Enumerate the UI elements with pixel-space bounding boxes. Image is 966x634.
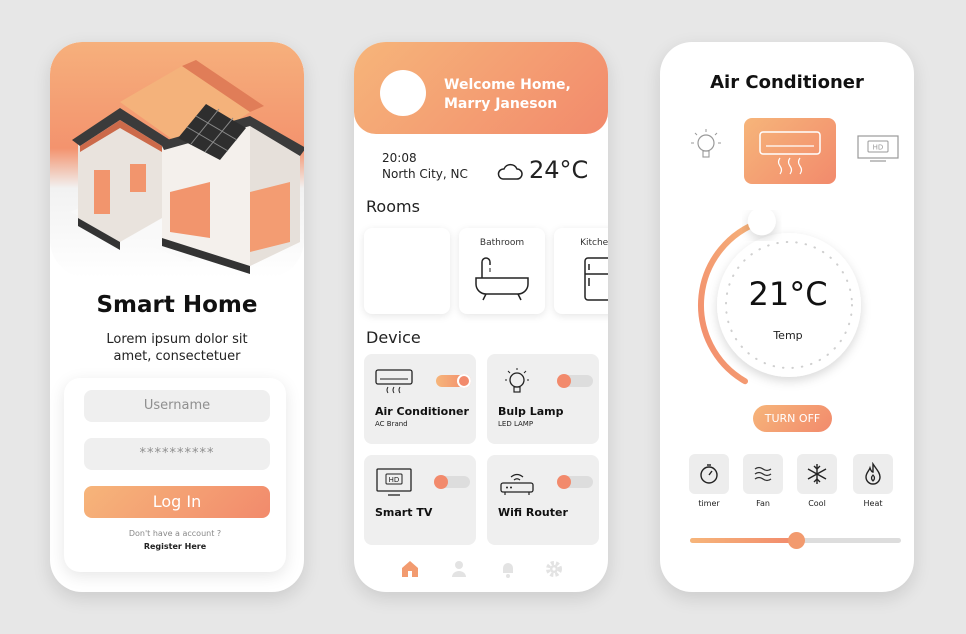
room-label: Bathroom	[479, 238, 525, 248]
device-toggle[interactable]	[557, 475, 593, 489]
home-icon[interactable]	[400, 559, 420, 579]
room-card-living-room[interactable]: Living Room	[364, 228, 450, 314]
device-card-smart-tv[interactable]: HD Smart TV	[364, 455, 476, 545]
router-icon	[500, 473, 534, 495]
device-toggle[interactable]	[557, 374, 593, 388]
ac-control-screen: Air Conditioner HD 21°C Temp TURN OFF ti…	[660, 42, 914, 592]
mode-label: Fan	[756, 499, 770, 508]
air-conditioner-icon	[375, 369, 413, 394]
fridge-icon	[584, 257, 608, 301]
bathtub-icon	[475, 257, 529, 301]
no-account-text: Don't have a account ?	[128, 529, 222, 538]
tv-icon: HD	[376, 468, 412, 496]
username-field[interactable]: Username	[84, 390, 270, 422]
room-label: Kitchen	[580, 238, 608, 248]
mode-label: timer	[698, 499, 720, 508]
password-field[interactable]: **********	[84, 438, 270, 470]
timer-icon	[700, 464, 718, 484]
svg-text:HD: HD	[873, 144, 884, 152]
user-icon[interactable]	[449, 559, 469, 579]
slider-fill	[690, 538, 796, 543]
dashboard-screen: Welcome Home, Marry Janeson 20:08 North …	[354, 42, 608, 592]
lamp-icon	[505, 368, 529, 393]
turn-off-button[interactable]: TURN OFF	[753, 405, 832, 432]
screen-title: Air Conditioner	[710, 72, 864, 93]
flame-icon	[865, 462, 881, 485]
house-illustration	[70, 60, 304, 274]
device-tab-air-conditioner[interactable]	[744, 118, 836, 184]
mode-fan-button[interactable]	[743, 454, 783, 494]
room-label: Living Room	[379, 238, 435, 248]
room-card-kitchen[interactable]: Kitchen	[554, 228, 608, 314]
register-link[interactable]: Register Here	[64, 542, 286, 551]
tv-icon[interactable]: HD	[856, 134, 900, 164]
hero-banner	[50, 42, 304, 278]
app-subtitle: Lorem ipsum dolor sit amet, consectetuer	[106, 332, 248, 364]
rooms-heading: Rooms	[366, 197, 420, 216]
mode-heat-button[interactable]	[853, 454, 893, 494]
fan-speed-slider[interactable]	[690, 532, 901, 549]
device-subtitle: LED LAMP	[498, 420, 534, 428]
sofa-icon	[379, 259, 435, 298]
mode-label: Cool	[808, 499, 826, 508]
lamp-icon[interactable]	[685, 127, 727, 165]
welcome-header: Welcome Home, Marry Janeson	[354, 42, 608, 134]
login-button[interactable]: Log In	[84, 486, 270, 518]
weather-temperature: 24°C	[529, 156, 589, 184]
device-toggle[interactable]	[436, 374, 471, 388]
snowflake-icon	[807, 464, 827, 484]
app-title: Smart Home	[96, 292, 258, 318]
gear-icon[interactable]	[544, 559, 564, 579]
cloud-icon	[497, 163, 523, 180]
slider-thumb[interactable]	[787, 532, 805, 549]
mode-label: Heat	[863, 499, 883, 508]
device-card-bulp-lamp[interactable]: Bulp Lamp LED LAMP	[487, 354, 599, 444]
room-card-bathroom[interactable]: Bathroom	[459, 228, 545, 314]
login-screen: Smart Home Lorem ipsum dolor sit amet, c…	[50, 42, 304, 592]
device-card-wifi-router[interactable]: Wifi Router	[487, 455, 599, 545]
mode-cool-button[interactable]	[797, 454, 837, 494]
location-text: North City, NC	[382, 167, 468, 181]
temp-label: Temp	[773, 329, 803, 342]
mode-timer-button[interactable]	[689, 454, 729, 494]
device-toggle[interactable]	[434, 475, 470, 489]
device-name: Wifi Router	[498, 506, 568, 519]
device-heading: Device	[366, 328, 421, 347]
device-name: Air Conditioner	[375, 405, 469, 418]
svg-text:HD: HD	[389, 476, 400, 484]
device-subtitle: AC Brand	[375, 420, 408, 428]
device-name: Smart TV	[375, 506, 433, 519]
device-card-air-conditioner[interactable]: Air Conditioner AC Brand	[364, 354, 476, 444]
welcome-text: Welcome Home, Marry Janeson	[444, 77, 571, 112]
avatar[interactable]	[380, 70, 426, 116]
ac-temperature: 21°C	[748, 275, 828, 313]
device-name: Bulp Lamp	[498, 405, 564, 418]
air-conditioner-icon	[759, 131, 821, 175]
fan-icon	[754, 466, 772, 482]
bell-icon[interactable]	[498, 559, 518, 579]
current-time: 20:08	[382, 151, 417, 165]
login-card: Username ********** Log In Don't have a …	[64, 378, 286, 572]
